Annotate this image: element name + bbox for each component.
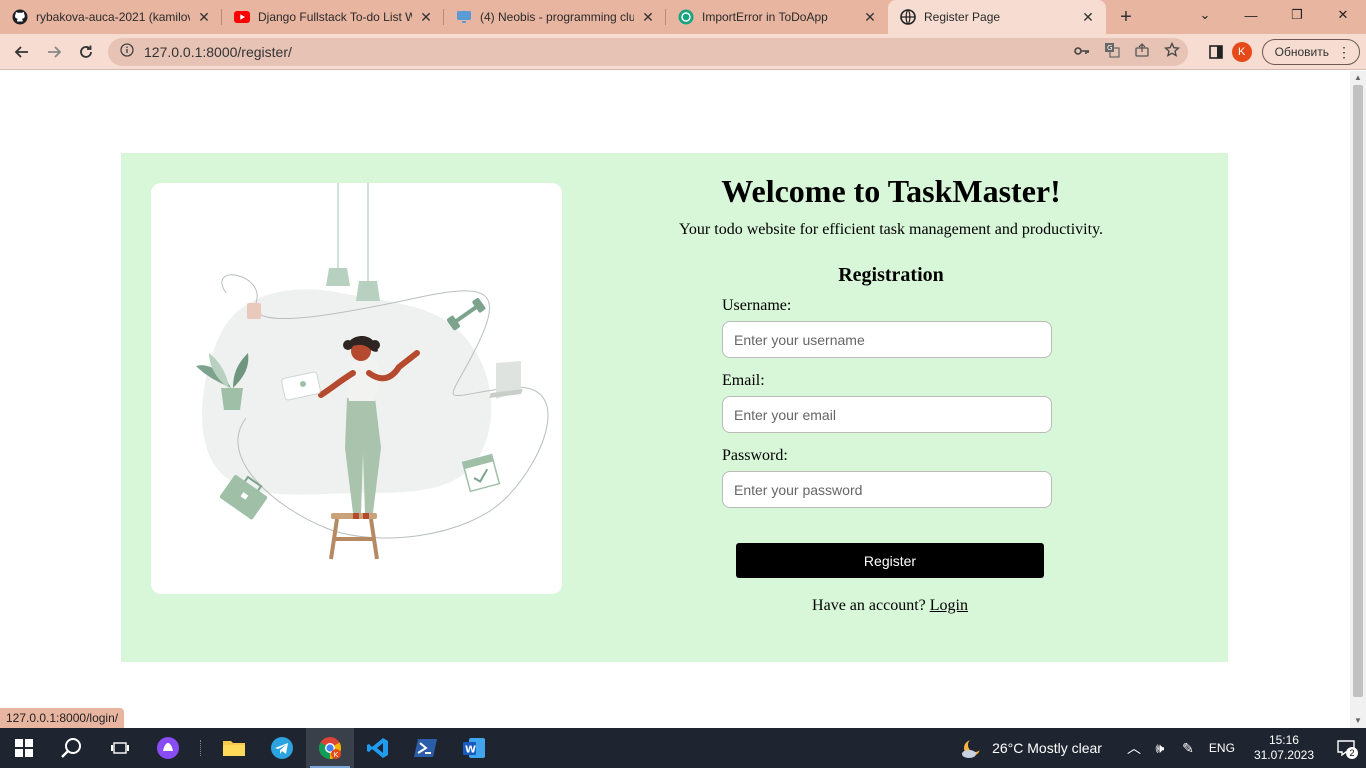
- restore-button[interactable]: ❐: [1274, 0, 1320, 30]
- monitor-icon: [456, 9, 472, 25]
- scrollbar-thumb[interactable]: [1353, 85, 1363, 697]
- window-close-button[interactable]: ✕: [1320, 0, 1366, 30]
- weather-widget[interactable]: 26°C Mostly clear: [960, 736, 1102, 760]
- tab-neobis[interactable]: (4) Neobis - programming clu ✕: [444, 0, 666, 34]
- vscode-icon[interactable]: [354, 728, 402, 768]
- page-title: Welcome to TaskMaster!: [721, 173, 1061, 209]
- register-button[interactable]: Register: [736, 543, 1044, 578]
- url-text: 127.0.0.1:8000/register/: [144, 44, 292, 60]
- github-icon: [12, 9, 28, 25]
- notification-icon[interactable]: 2: [1326, 728, 1366, 768]
- minimize-button[interactable]: —: [1228, 0, 1274, 30]
- reload-icon[interactable]: [70, 36, 102, 68]
- tab-search-icon[interactable]: ⌄: [1182, 0, 1228, 30]
- email-input[interactable]: [722, 396, 1052, 433]
- windows-start-icon[interactable]: [0, 728, 48, 768]
- close-icon[interactable]: ✕: [196, 9, 212, 26]
- tab-register-page[interactable]: Register Page ✕: [888, 0, 1106, 34]
- tab-title: ImportError in ToDoApp: [702, 10, 828, 24]
- youtube-icon: [234, 9, 250, 25]
- svg-text:W: W: [465, 745, 476, 756]
- status-url-bubble: 127.0.0.1:8000/login/: [0, 708, 125, 728]
- username-label: Username:: [722, 297, 792, 314]
- tab-title: rybakova-auca-2021 (kamilov: [36, 10, 190, 24]
- scroll-up-icon[interactable]: ▲: [1350, 71, 1366, 85]
- taskbar-divider: [200, 740, 202, 756]
- volume-icon[interactable]: 🕪: [1146, 740, 1174, 757]
- woman-with-tablet-illustration: [196, 183, 549, 560]
- share-icon[interactable]: [1134, 42, 1150, 63]
- chatgpt-icon: [678, 9, 694, 25]
- tab-github[interactable]: rybakova-auca-2021 (kamilov ✕: [0, 0, 222, 34]
- clock-date: 31.07.2023: [1253, 748, 1314, 762]
- alice-assistant-icon[interactable]: [144, 728, 192, 768]
- close-icon[interactable]: ✕: [862, 9, 878, 26]
- update-label: Обновить: [1274, 45, 1329, 59]
- scroll-down-icon[interactable]: ▼: [1350, 714, 1366, 728]
- login-link[interactable]: Login: [930, 597, 968, 614]
- file-explorer-icon[interactable]: [210, 728, 258, 768]
- back-icon[interactable]: [6, 36, 38, 68]
- tab-title: Django Fullstack To-do List W: [258, 10, 412, 24]
- weather-text: 26°C Mostly clear: [992, 740, 1102, 756]
- address-bar[interactable]: 127.0.0.1:8000/register/ G: [108, 38, 1188, 66]
- notification-badge: 2: [1346, 747, 1358, 759]
- svg-text:G: G: [1107, 44, 1112, 52]
- tray-chevron-icon[interactable]: ︿: [1122, 738, 1146, 758]
- bookmark-star-icon[interactable]: [1163, 41, 1181, 63]
- email-label: Email:: [722, 372, 765, 389]
- page-viewport: Welcome to TaskMaster! Your todo website…: [0, 71, 1350, 728]
- have-account-text: Have an account?: [812, 597, 926, 614]
- pen-icon[interactable]: ✎: [1174, 740, 1202, 757]
- form-title: Registration: [838, 264, 944, 286]
- password-input[interactable]: [722, 471, 1052, 508]
- clock[interactable]: 15:16 31.07.2023: [1254, 733, 1314, 763]
- side-panel-icon[interactable]: [1200, 45, 1232, 59]
- tab-strip: rybakova-auca-2021 (kamilov ✕ Django Ful…: [0, 0, 1366, 34]
- search-icon[interactable]: [48, 728, 96, 768]
- close-icon[interactable]: ✕: [1080, 9, 1096, 26]
- tab-title: (4) Neobis - programming clu: [480, 10, 634, 24]
- telegram-icon[interactable]: [258, 728, 306, 768]
- site-info-icon[interactable]: [120, 42, 134, 62]
- task-view-icon[interactable]: [96, 728, 144, 768]
- login-prompt: Have an account? Login: [661, 597, 1119, 615]
- moon-cloud-icon: [962, 738, 983, 758]
- system-tray: 26°C Mostly clear ︿ 🕪 ✎ ENG 15:16 31.07.…: [960, 728, 1366, 768]
- clock-time: 15:16: [1268, 733, 1299, 747]
- update-button[interactable]: Обновить ⋮: [1261, 39, 1360, 65]
- profile-avatar[interactable]: K: [1231, 42, 1252, 62]
- word-icon[interactable]: W: [450, 728, 498, 768]
- close-icon[interactable]: ✕: [418, 9, 434, 26]
- page-scrollbar[interactable]: ▲ ▼: [1350, 71, 1366, 728]
- new-tab-button[interactable]: +: [1106, 0, 1146, 34]
- translate-icon[interactable]: G: [1104, 42, 1120, 63]
- tagline: Your todo website for efficient task man…: [678, 221, 1104, 238]
- close-icon[interactable]: ✕: [640, 9, 656, 26]
- tab-chatgpt[interactable]: ImportError in ToDoApp ✕: [666, 0, 888, 34]
- tab-youtube[interactable]: Django Fullstack To-do List W ✕: [222, 0, 444, 34]
- menu-kebab-icon[interactable]: ⋮: [1337, 45, 1351, 59]
- powershell-icon[interactable]: [402, 728, 450, 768]
- globe-icon: [900, 9, 916, 25]
- chrome-icon[interactable]: K: [306, 728, 354, 768]
- language-indicator[interactable]: ENG: [1202, 741, 1242, 755]
- username-input[interactable]: [722, 321, 1052, 358]
- register-card: Welcome to TaskMaster! Your todo website…: [121, 153, 1228, 662]
- browser-toolbar: 127.0.0.1:8000/register/ G K Обновить ⋮: [0, 34, 1366, 70]
- illustration-panel: [151, 183, 562, 594]
- tab-title: Register Page: [924, 10, 1001, 24]
- windows-taskbar: K W 26°C Mostly clear ︿ 🕪 ✎ ENG 15:16 31…: [0, 728, 1366, 768]
- key-icon[interactable]: [1074, 43, 1090, 61]
- password-label: Password:: [722, 447, 788, 464]
- forward-icon[interactable]: [38, 36, 70, 68]
- register-form-section: Welcome to TaskMaster! Your todo website…: [661, 153, 1121, 662]
- svg-text:K: K: [334, 751, 339, 759]
